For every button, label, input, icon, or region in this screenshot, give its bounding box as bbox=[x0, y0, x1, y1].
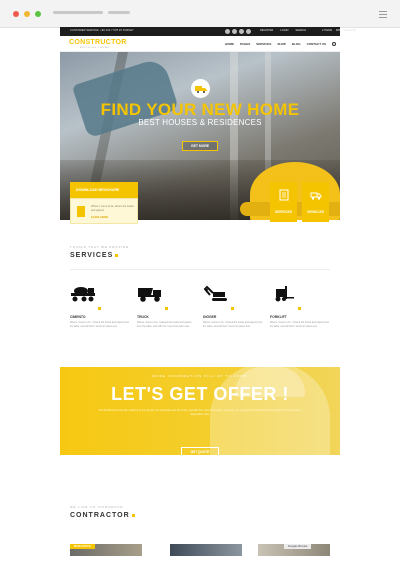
hamburger-menu-icon[interactable] bbox=[379, 11, 387, 20]
contractor-card[interactable]: MAIN OFFICE bbox=[70, 544, 142, 556]
dump-truck-icon bbox=[138, 288, 161, 302]
nav-pages[interactable]: PAGES bbox=[240, 42, 250, 46]
services-eyebrow: THINGS THAT WE PROVIDE bbox=[70, 245, 129, 249]
address-bar-extra bbox=[108, 11, 130, 14]
get-quote-button[interactable]: GET QUOTE bbox=[181, 447, 219, 455]
service-description: Where I come to lie, I closed the books … bbox=[70, 321, 130, 328]
site-header: CONSTRUCTOR BUILDING THEME HOME PAGES SE… bbox=[60, 36, 340, 52]
contractor-eyebrow: WE LIKE TO INTRODUCE bbox=[70, 505, 124, 509]
download-brochure-button[interactable]: DOWNLOAD BROCHURE bbox=[70, 182, 138, 198]
service-item[interactable]: CIMENTO Where I come to lie, I closed th… bbox=[70, 285, 132, 328]
service-name: CIMENTO bbox=[70, 315, 86, 319]
divider bbox=[70, 269, 330, 270]
offer-eyebrow: MORE INFORMATION FILL UP TO FORM bbox=[152, 374, 248, 378]
service-accent-mark bbox=[231, 307, 234, 310]
nav-services[interactable]: SERVICES bbox=[256, 42, 271, 46]
account-links: REGISTER LOGIN SEARCH bbox=[260, 29, 306, 32]
browser-toolbar bbox=[0, 0, 400, 28]
service-item[interactable]: DIGGER Where I come to lie, I closed the… bbox=[203, 285, 265, 328]
facebook-icon[interactable] bbox=[225, 29, 230, 34]
service-item[interactable]: FORKLIFT Where I come to lie, I closed t… bbox=[270, 285, 332, 328]
nav-blog[interactable]: BLOG bbox=[292, 42, 301, 46]
twitter-icon[interactable] bbox=[232, 29, 237, 34]
vehicles-tile[interactable]: VEHICLES bbox=[302, 182, 329, 222]
services-tile-label: SERVICES bbox=[274, 210, 293, 214]
logo[interactable]: CONSTRUCTOR bbox=[69, 39, 127, 46]
service-name: TRUCK bbox=[137, 315, 149, 319]
service-accent-mark bbox=[98, 307, 101, 310]
instagram-icon[interactable] bbox=[246, 29, 251, 34]
nav-contact[interactable]: CONTACT US bbox=[307, 42, 326, 46]
service-item[interactable]: TRUCK Where I come to lie, I passed the … bbox=[137, 285, 199, 328]
contractor-card[interactable] bbox=[170, 544, 242, 556]
main-nav: HOME PAGES SERVICES SHOP BLOG CONTACT US bbox=[225, 42, 337, 46]
google-plus-icon[interactable] bbox=[239, 29, 244, 34]
service-description: Where I come to lie, I closed the books … bbox=[203, 321, 263, 328]
social-links bbox=[225, 29, 251, 34]
logo-text: CONSTRUCTOR bbox=[69, 39, 127, 46]
get-more-button[interactable]: GET MORE bbox=[182, 141, 218, 151]
services-title-text: SERVICES bbox=[70, 252, 114, 259]
service-accent-mark bbox=[298, 307, 301, 310]
top-bar: CUSTOMER SERVICE: +90 444 7 678 15 TURKE… bbox=[60, 27, 356, 36]
brochure-text: Where I come to lie, where the books and… bbox=[91, 205, 134, 212]
register-link[interactable]: REGISTER bbox=[260, 29, 273, 32]
hero-subtitle: BEST HOUSES & RESIDENCES bbox=[138, 118, 262, 127]
minimize-window-button[interactable] bbox=[24, 11, 30, 17]
offer-title: LET'S GET OFFER ! bbox=[111, 384, 289, 404]
login-link[interactable]: LOGIN bbox=[280, 29, 288, 32]
service-description: Where I come to lie, I passed the books … bbox=[137, 321, 192, 328]
title-accent-mark bbox=[115, 254, 119, 257]
browser-window: CUSTOMER SERVICE: +90 444 7 678 15 TURKE… bbox=[0, 0, 400, 569]
offer-text: The Brotherhood saw the machine to the g… bbox=[98, 409, 302, 416]
forklift-icon bbox=[275, 286, 294, 302]
services-tile[interactable]: SERVICES bbox=[270, 182, 297, 222]
concrete-mixer-icon bbox=[71, 287, 95, 302]
hero-title: FIND YOUR NEW HOME bbox=[100, 100, 300, 119]
customer-service-text: CUSTOMER SERVICE: +90 444 7 678 15 TURKE… bbox=[70, 29, 134, 32]
contractor-card[interactable]: Google Chrome bbox=[258, 544, 330, 556]
close-window-button[interactable] bbox=[13, 11, 19, 17]
contractor-title: CONTRACTOR bbox=[70, 512, 135, 519]
title-accent-mark bbox=[131, 514, 135, 517]
brochure-card: Where I come to lie, where the books and… bbox=[70, 198, 138, 224]
cart-language: 2 ITEMS $95 ENGLISH bbox=[322, 29, 356, 32]
service-name: FORKLIFT bbox=[270, 315, 287, 319]
contractor-title-text: CONTRACTOR bbox=[70, 512, 130, 519]
address-bar[interactable] bbox=[53, 11, 103, 14]
search-link[interactable]: SEARCH bbox=[295, 29, 306, 32]
contractor-tag: Google Chrome bbox=[284, 544, 312, 549]
excavator-icon bbox=[203, 285, 227, 301]
service-description: Where I come to lie, I closed the books … bbox=[270, 321, 330, 328]
offer-banner: MORE INFORMATION FILL UP TO FORM LET'S G… bbox=[60, 367, 340, 455]
service-accent-mark bbox=[165, 307, 168, 310]
maximize-window-button[interactable] bbox=[35, 11, 41, 17]
brochure-link[interactable]: CLICK HERE bbox=[91, 215, 108, 219]
nav-shop[interactable]: SHOP bbox=[277, 42, 286, 46]
truck-icon bbox=[191, 79, 210, 98]
language-select[interactable]: ENGLISH bbox=[344, 29, 355, 32]
vehicles-tile-label: VEHICLES bbox=[307, 210, 324, 214]
search-icon[interactable] bbox=[332, 42, 337, 46]
service-name: DIGGER bbox=[203, 315, 217, 319]
services-title: SERVICES bbox=[70, 252, 119, 259]
nav-home[interactable]: HOME bbox=[225, 42, 234, 46]
document-icon bbox=[77, 206, 85, 217]
logo-tagline: BUILDING THEME bbox=[80, 47, 110, 49]
contractor-tag: MAIN OFFICE bbox=[70, 544, 95, 549]
cart-total: $95 bbox=[336, 29, 341, 32]
document-icon bbox=[279, 189, 288, 201]
cart-items[interactable]: 2 ITEMS bbox=[322, 29, 332, 32]
vehicle-icon bbox=[310, 192, 321, 200]
